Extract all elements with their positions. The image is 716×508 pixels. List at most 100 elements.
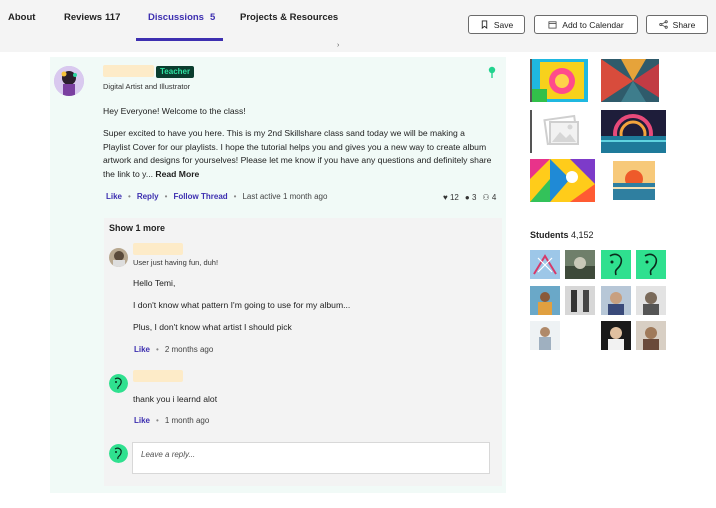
author-title: Digital Artist and Illustrator bbox=[103, 82, 191, 91]
tab-label: Discussions bbox=[148, 12, 204, 23]
active-tab-indicator bbox=[136, 38, 223, 41]
reply-avatar[interactable] bbox=[109, 248, 128, 267]
followers-icon: ⚇ bbox=[482, 193, 490, 202]
save-button[interactable]: Save bbox=[468, 15, 525, 34]
tab-projects-resources[interactable]: Projects & Resources bbox=[240, 12, 338, 23]
post-stats: ♥ 12 ● 3 ⚇ 4 bbox=[443, 193, 496, 202]
pin-icon bbox=[488, 66, 496, 78]
project-thumbnail[interactable] bbox=[601, 110, 666, 153]
student-avatar[interactable] bbox=[601, 286, 631, 315]
share-label: Share bbox=[672, 19, 696, 30]
chevron-right-icon: › bbox=[337, 42, 340, 49]
tab-about[interactable]: About bbox=[8, 12, 35, 23]
student-avatar[interactable] bbox=[565, 250, 595, 279]
avatar-image bbox=[109, 374, 128, 393]
project-thumbnail[interactable] bbox=[530, 159, 595, 202]
add-to-calendar-button[interactable]: Add to Calendar bbox=[534, 15, 638, 34]
student-avatar[interactable] bbox=[530, 286, 560, 315]
project-thumbnail[interactable] bbox=[530, 110, 588, 153]
student-avatar[interactable] bbox=[601, 321, 631, 350]
reply-line: I don't know what pattern I'm going to u… bbox=[133, 300, 351, 310]
avatar-image bbox=[636, 286, 666, 315]
student-avatar[interactable] bbox=[601, 250, 631, 279]
read-more-link[interactable]: Read More bbox=[155, 169, 199, 179]
current-user-avatar bbox=[109, 444, 128, 463]
comments-stat: ● 3 bbox=[465, 193, 477, 202]
student-avatar[interactable] bbox=[636, 286, 666, 315]
separator: • bbox=[233, 192, 237, 201]
follow-thread-button[interactable]: Follow Thread bbox=[173, 192, 227, 201]
student-avatar[interactable] bbox=[565, 286, 595, 315]
separator: • bbox=[128, 192, 131, 201]
student-avatar[interactable] bbox=[636, 321, 666, 350]
like-button[interactable]: Like bbox=[106, 192, 122, 201]
share-button[interactable]: Share bbox=[646, 15, 708, 34]
avatar-image bbox=[109, 444, 128, 463]
student-avatar[interactable] bbox=[530, 250, 560, 279]
project-thumbnail[interactable] bbox=[601, 59, 659, 102]
reply-actions: Like • 2 months ago bbox=[134, 345, 213, 354]
project-thumbnail[interactable] bbox=[530, 59, 588, 102]
avatar-image bbox=[636, 321, 666, 350]
students-heading: Students 4,152 bbox=[530, 230, 594, 240]
followers-stat: ⚇ 4 bbox=[482, 193, 496, 202]
reply-input[interactable]: Leave a reply... bbox=[132, 442, 490, 474]
avatar-image bbox=[565, 250, 595, 279]
comments-count: 3 bbox=[471, 193, 477, 202]
avatar-image bbox=[565, 286, 595, 315]
likes-count: 12 bbox=[449, 193, 459, 202]
avatar-image bbox=[636, 250, 666, 279]
class-tabs-bar: About Reviews 117 Discussions 5 Projects &… bbox=[0, 0, 716, 52]
students-count: 4,152 bbox=[571, 230, 594, 240]
reply-like-button[interactable]: Like bbox=[134, 345, 150, 354]
separator: • bbox=[164, 192, 168, 201]
project-artwork bbox=[532, 59, 588, 102]
project-artwork bbox=[601, 159, 666, 202]
reply-author-name[interactable] bbox=[133, 243, 183, 255]
reply-line: Hello Temi, bbox=[133, 278, 176, 288]
separator: • bbox=[156, 416, 159, 425]
student-avatar[interactable] bbox=[636, 250, 666, 279]
heart-icon: ♥ bbox=[443, 193, 448, 202]
avatar-image bbox=[601, 250, 631, 279]
comment-icon: ● bbox=[464, 193, 470, 202]
reply-time: 2 months ago bbox=[164, 345, 214, 354]
avatar-image bbox=[601, 286, 631, 315]
tab-label: Reviews bbox=[64, 12, 103, 23]
project-thumbnail[interactable] bbox=[601, 159, 666, 202]
save-label: Save bbox=[493, 19, 514, 30]
project-artwork bbox=[530, 159, 595, 202]
reply-author-tagline: User just having fun, duh! bbox=[133, 258, 219, 267]
student-avatar[interactable] bbox=[530, 321, 560, 350]
teacher-badge: Teacher bbox=[156, 66, 195, 78]
avatar-image bbox=[530, 286, 560, 315]
teacher-avatar[interactable] bbox=[54, 66, 84, 96]
avatar-image bbox=[530, 250, 560, 279]
reply-avatar[interactable] bbox=[109, 374, 128, 393]
separator: • bbox=[156, 345, 159, 354]
project-artwork bbox=[601, 110, 666, 153]
tab-label: Projects & Resources bbox=[240, 12, 339, 23]
reply-button[interactable]: Reply bbox=[137, 192, 159, 201]
reply-like-button[interactable]: Like bbox=[134, 416, 150, 425]
tab-reviews[interactable]: Reviews 117 bbox=[64, 12, 120, 23]
reply-time: 1 month ago bbox=[164, 416, 210, 425]
author-name[interactable] bbox=[103, 65, 154, 77]
post-body: Super excited to have you here. This is … bbox=[103, 127, 493, 181]
tab-count: 117 bbox=[105, 12, 121, 23]
avatar-image bbox=[530, 321, 560, 350]
tab-discussions[interactable]: Discussions 5 bbox=[148, 12, 215, 23]
share-icon bbox=[658, 20, 668, 29]
post-greeting: Hey Everyone! Welcome to the class! bbox=[103, 106, 246, 116]
calendar-icon bbox=[548, 21, 557, 29]
followers-count: 4 bbox=[491, 193, 497, 202]
last-active: Last active 1 month ago bbox=[242, 192, 328, 201]
bookmark-icon bbox=[481, 20, 488, 29]
reply-author-name[interactable] bbox=[133, 370, 183, 382]
reply-actions: Like • 1 month ago bbox=[134, 416, 209, 425]
avatar-image bbox=[109, 248, 128, 267]
tab-label: About bbox=[8, 12, 36, 23]
reply-line: thank you i learnd alot bbox=[133, 394, 218, 404]
show-more-replies[interactable]: Show 1 more bbox=[109, 223, 165, 233]
avatar-image bbox=[601, 321, 631, 350]
